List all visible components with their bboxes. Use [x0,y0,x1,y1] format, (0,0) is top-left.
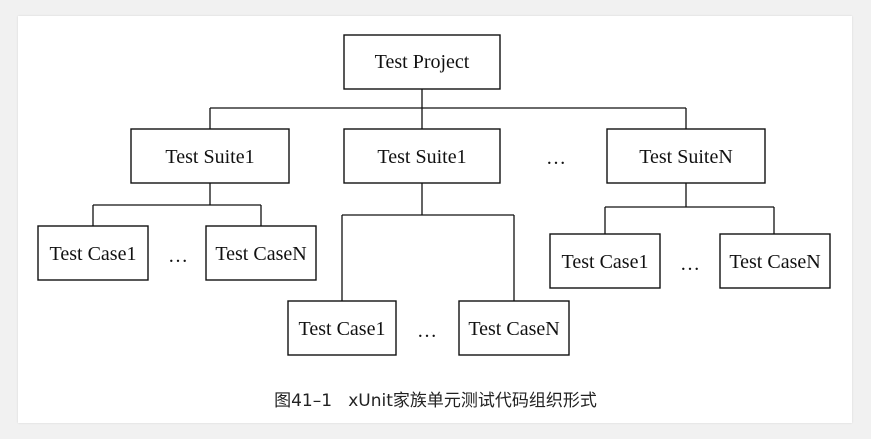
node-label-case-a1: Test Case1 [50,243,137,265]
ellipsis-cases-b: … [417,320,437,342]
node-boxes [37,34,831,356]
node-label-suite-n: Test SuiteN [639,146,733,168]
ellipsis-cases-a: … [168,245,188,267]
ellipsis-suites: … [546,147,566,169]
connector-lines [92,89,775,301]
node-label-case-n1: Test Case1 [562,251,649,273]
node-label-case-nn: Test CaseN [729,251,820,273]
node-label-project: Test Project [375,51,470,73]
node-label-suite-b: Test Suite1 [377,146,466,168]
node-label-case-b1: Test Case1 [299,318,386,340]
node-labels: Test Project Test Suite1 Test Suite1 Tes… [50,51,821,340]
node-label-case-bn: Test CaseN [468,318,559,340]
node-label-suite-a: Test Suite1 [165,146,254,168]
figure-caption: 图41–1 xUnit家族单元测试代码组织形式 [274,391,597,411]
ellipsis-cases-n: … [680,253,700,275]
node-label-case-an: Test CaseN [215,243,306,265]
hierarchy-diagram: Test Project Test Suite1 Test Suite1 Tes… [37,34,831,356]
